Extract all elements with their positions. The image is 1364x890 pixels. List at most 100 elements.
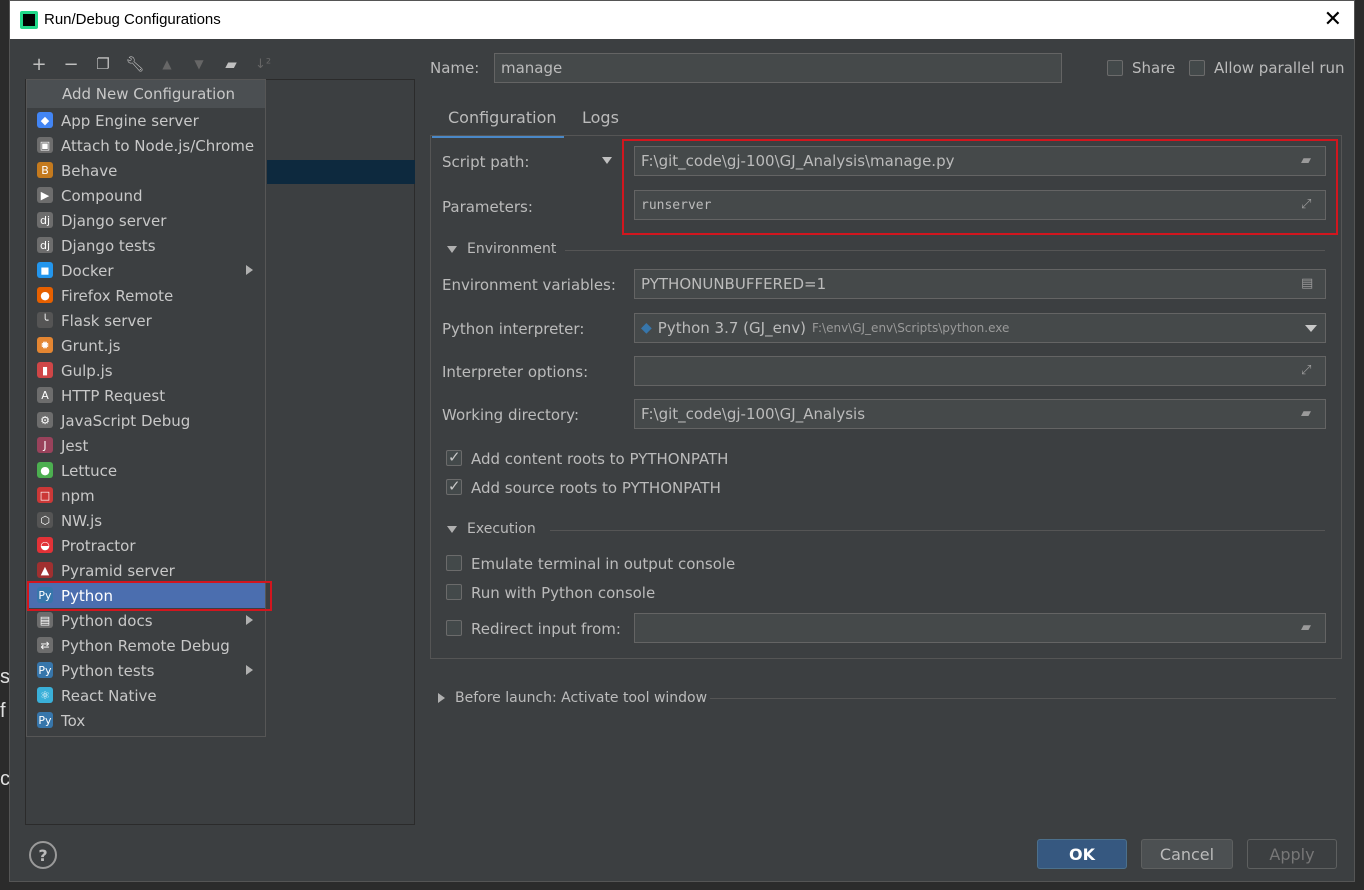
folder-browse-icon[interactable]: ▰ bbox=[1301, 620, 1317, 635]
working-dir-input[interactable]: F:\git_code\gj-100\GJ_Analysis ▰ bbox=[634, 399, 1326, 429]
django-icon: dj bbox=[37, 212, 53, 228]
popup-item-label: Jest bbox=[61, 436, 89, 455]
execution-section-toggle[interactable]: Execution bbox=[447, 521, 536, 537]
popup-item-django-tests[interactable]: dj Django tests bbox=[27, 233, 265, 258]
copy-icon[interactable]: ❐ bbox=[92, 53, 114, 75]
popup-item-gulp-js[interactable]: ▮ Gulp.js bbox=[27, 358, 265, 383]
nwjs-icon: ⬡ bbox=[37, 512, 53, 528]
popup-item-tox[interactable]: Py Tox bbox=[27, 708, 265, 733]
environment-section-toggle[interactable]: Environment bbox=[447, 241, 556, 257]
docker-icon: ◼ bbox=[37, 262, 53, 278]
popup-item-label: npm bbox=[61, 486, 95, 505]
popup-item-protractor[interactable]: ◒ Protractor bbox=[27, 533, 265, 558]
popup-item-python-remote-debug[interactable]: ⇄ Python Remote Debug bbox=[27, 633, 265, 658]
working-dir-value: F:\git_code\gj-100\GJ_Analysis bbox=[641, 405, 866, 423]
tab-configuration[interactable]: Configuration bbox=[432, 99, 564, 138]
parameters-label: Parameters: bbox=[442, 198, 533, 216]
source-roots-checkbox[interactable] bbox=[446, 477, 462, 495]
popup-item-label: NW.js bbox=[61, 511, 103, 530]
redirect-input-checkbox[interactable] bbox=[446, 620, 462, 636]
environment-divider bbox=[565, 250, 1325, 251]
env-vars-input[interactable]: PYTHONUNBUFFERED=1 ▤ bbox=[634, 269, 1326, 299]
popup-item-python-tests[interactable]: Py Python tests bbox=[27, 658, 265, 683]
popup-item-behave[interactable]: B Behave bbox=[27, 158, 265, 183]
popup-item-app-engine-server[interactable]: ◆ App Engine server bbox=[27, 108, 265, 133]
chevron-down-icon[interactable] bbox=[1305, 325, 1317, 332]
popup-item-python-docs[interactable]: ▤ Python docs bbox=[27, 608, 265, 633]
popup-item-npm[interactable]: □ npm bbox=[27, 483, 265, 508]
django-tests-icon: dj bbox=[37, 237, 53, 253]
pyramid-icon: ▲ bbox=[37, 562, 53, 578]
popup-item-label: Protractor bbox=[61, 536, 136, 555]
tab-logs[interactable]: Logs bbox=[566, 99, 635, 135]
script-type-dropdown-icon[interactable] bbox=[602, 157, 612, 164]
popup-item-django-server[interactable]: dj Django server bbox=[27, 208, 265, 233]
popup-item-attach-to-node-js-chrome[interactable]: ▣ Attach to Node.js/Chrome bbox=[27, 133, 265, 158]
popup-item-label: Python docs bbox=[61, 611, 153, 630]
popup-item-docker[interactable]: ◼ Docker bbox=[27, 258, 265, 283]
interpreter-value: Python 3.7 (GJ_env) bbox=[657, 319, 807, 337]
popup-item-label: Django tests bbox=[61, 236, 156, 255]
cancel-button[interactable]: Cancel bbox=[1141, 839, 1233, 869]
before-launch-label[interactable]: Before launch: Activate tool window bbox=[455, 690, 707, 706]
expand-triangle-icon[interactable] bbox=[438, 693, 445, 703]
collapse-triangle-icon bbox=[447, 245, 457, 253]
ok-button[interactable]: OK bbox=[1037, 839, 1127, 869]
popup-item-label: Docker bbox=[61, 261, 114, 280]
nodejs-icon: ▣ bbox=[37, 137, 53, 153]
sort-icon[interactable]: ↓² bbox=[252, 53, 274, 75]
redirect-input-field[interactable]: ▰ bbox=[634, 613, 1326, 643]
popup-item-nw-js[interactable]: ⬡ NW.js bbox=[27, 508, 265, 533]
flask-icon: ╰ bbox=[37, 312, 53, 328]
popup-item-label: Compound bbox=[61, 186, 143, 205]
tox-icon: Py bbox=[37, 712, 53, 728]
popup-item-compound[interactable]: ▶ Compound bbox=[27, 183, 265, 208]
popup-item-http-request[interactable]: A HTTP Request bbox=[27, 383, 265, 408]
popup-item-flask-server[interactable]: ╰ Flask server bbox=[27, 308, 265, 333]
popup-item-label: Lettuce bbox=[61, 461, 118, 480]
config-toolbar: + − ❐ 🔧︎ ▲ ▼ ▰ ↓² bbox=[28, 51, 274, 77]
interpreter-options-input[interactable]: ⤢ bbox=[634, 356, 1326, 386]
submenu-arrow-icon bbox=[246, 665, 253, 675]
apply-button[interactable]: Apply bbox=[1247, 839, 1337, 869]
popup-item-label: React Native bbox=[61, 686, 157, 705]
move-down-icon[interactable]: ▼ bbox=[188, 53, 210, 75]
move-up-icon[interactable]: ▲ bbox=[156, 53, 178, 75]
folder-icon[interactable]: ▰ bbox=[220, 53, 242, 75]
popup-item-firefox-remote[interactable]: ● Firefox Remote bbox=[27, 283, 265, 308]
add-icon[interactable]: + bbox=[28, 53, 50, 75]
app-engine-icon: ◆ bbox=[37, 112, 53, 128]
popup-item-react-native[interactable]: ⚛ React Native bbox=[27, 683, 265, 708]
emulate-terminal-checkbox[interactable] bbox=[446, 555, 462, 571]
interpreter-select[interactable]: ◆ Python 3.7 (GJ_env) F:\env\GJ_env\Scri… bbox=[634, 313, 1326, 343]
wrench-icon[interactable]: 🔧︎ bbox=[124, 53, 146, 75]
share-checkbox[interactable] bbox=[1107, 60, 1123, 76]
edit-list-icon[interactable]: ▤ bbox=[1301, 276, 1317, 291]
env-vars-value: PYTHONUNBUFFERED=1 bbox=[641, 275, 827, 293]
working-dir-label: Working directory: bbox=[442, 406, 580, 424]
grunt-icon: ✹ bbox=[37, 337, 53, 353]
tree-selected-row[interactable] bbox=[267, 160, 415, 184]
highlight-script-box bbox=[622, 139, 1338, 235]
popup-item-grunt-js[interactable]: ✹ Grunt.js bbox=[27, 333, 265, 358]
python-console-checkbox[interactable] bbox=[446, 584, 462, 600]
close-icon[interactable]: ✕ bbox=[1324, 7, 1342, 32]
popup-item-label: Firefox Remote bbox=[61, 286, 174, 305]
python-remote-debug-icon: ⇄ bbox=[37, 637, 53, 653]
popup-item-pyramid-server[interactable]: ▲ Pyramid server bbox=[27, 558, 265, 583]
name-input[interactable]: manage bbox=[494, 53, 1062, 83]
popup-item-lettuce[interactable]: ● Lettuce bbox=[27, 458, 265, 483]
parallel-run-checkbox[interactable] bbox=[1189, 60, 1205, 76]
firefox-icon: ● bbox=[37, 287, 53, 303]
remove-icon[interactable]: − bbox=[60, 53, 82, 75]
help-button[interactable]: ? bbox=[29, 841, 57, 869]
popup-item-label: Behave bbox=[61, 161, 118, 180]
jest-icon: J bbox=[37, 437, 53, 453]
popup-item-label: Attach to Node.js/Chrome bbox=[61, 136, 255, 155]
popup-item-javascript-debug[interactable]: ⚙ JavaScript Debug bbox=[27, 408, 265, 433]
content-roots-checkbox[interactable] bbox=[446, 448, 462, 466]
popup-item-label: App Engine server bbox=[61, 111, 199, 130]
folder-browse-icon[interactable]: ▰ bbox=[1301, 406, 1317, 421]
expand-icon[interactable]: ⤢ bbox=[1301, 363, 1317, 378]
popup-item-jest[interactable]: J Jest bbox=[27, 433, 265, 458]
